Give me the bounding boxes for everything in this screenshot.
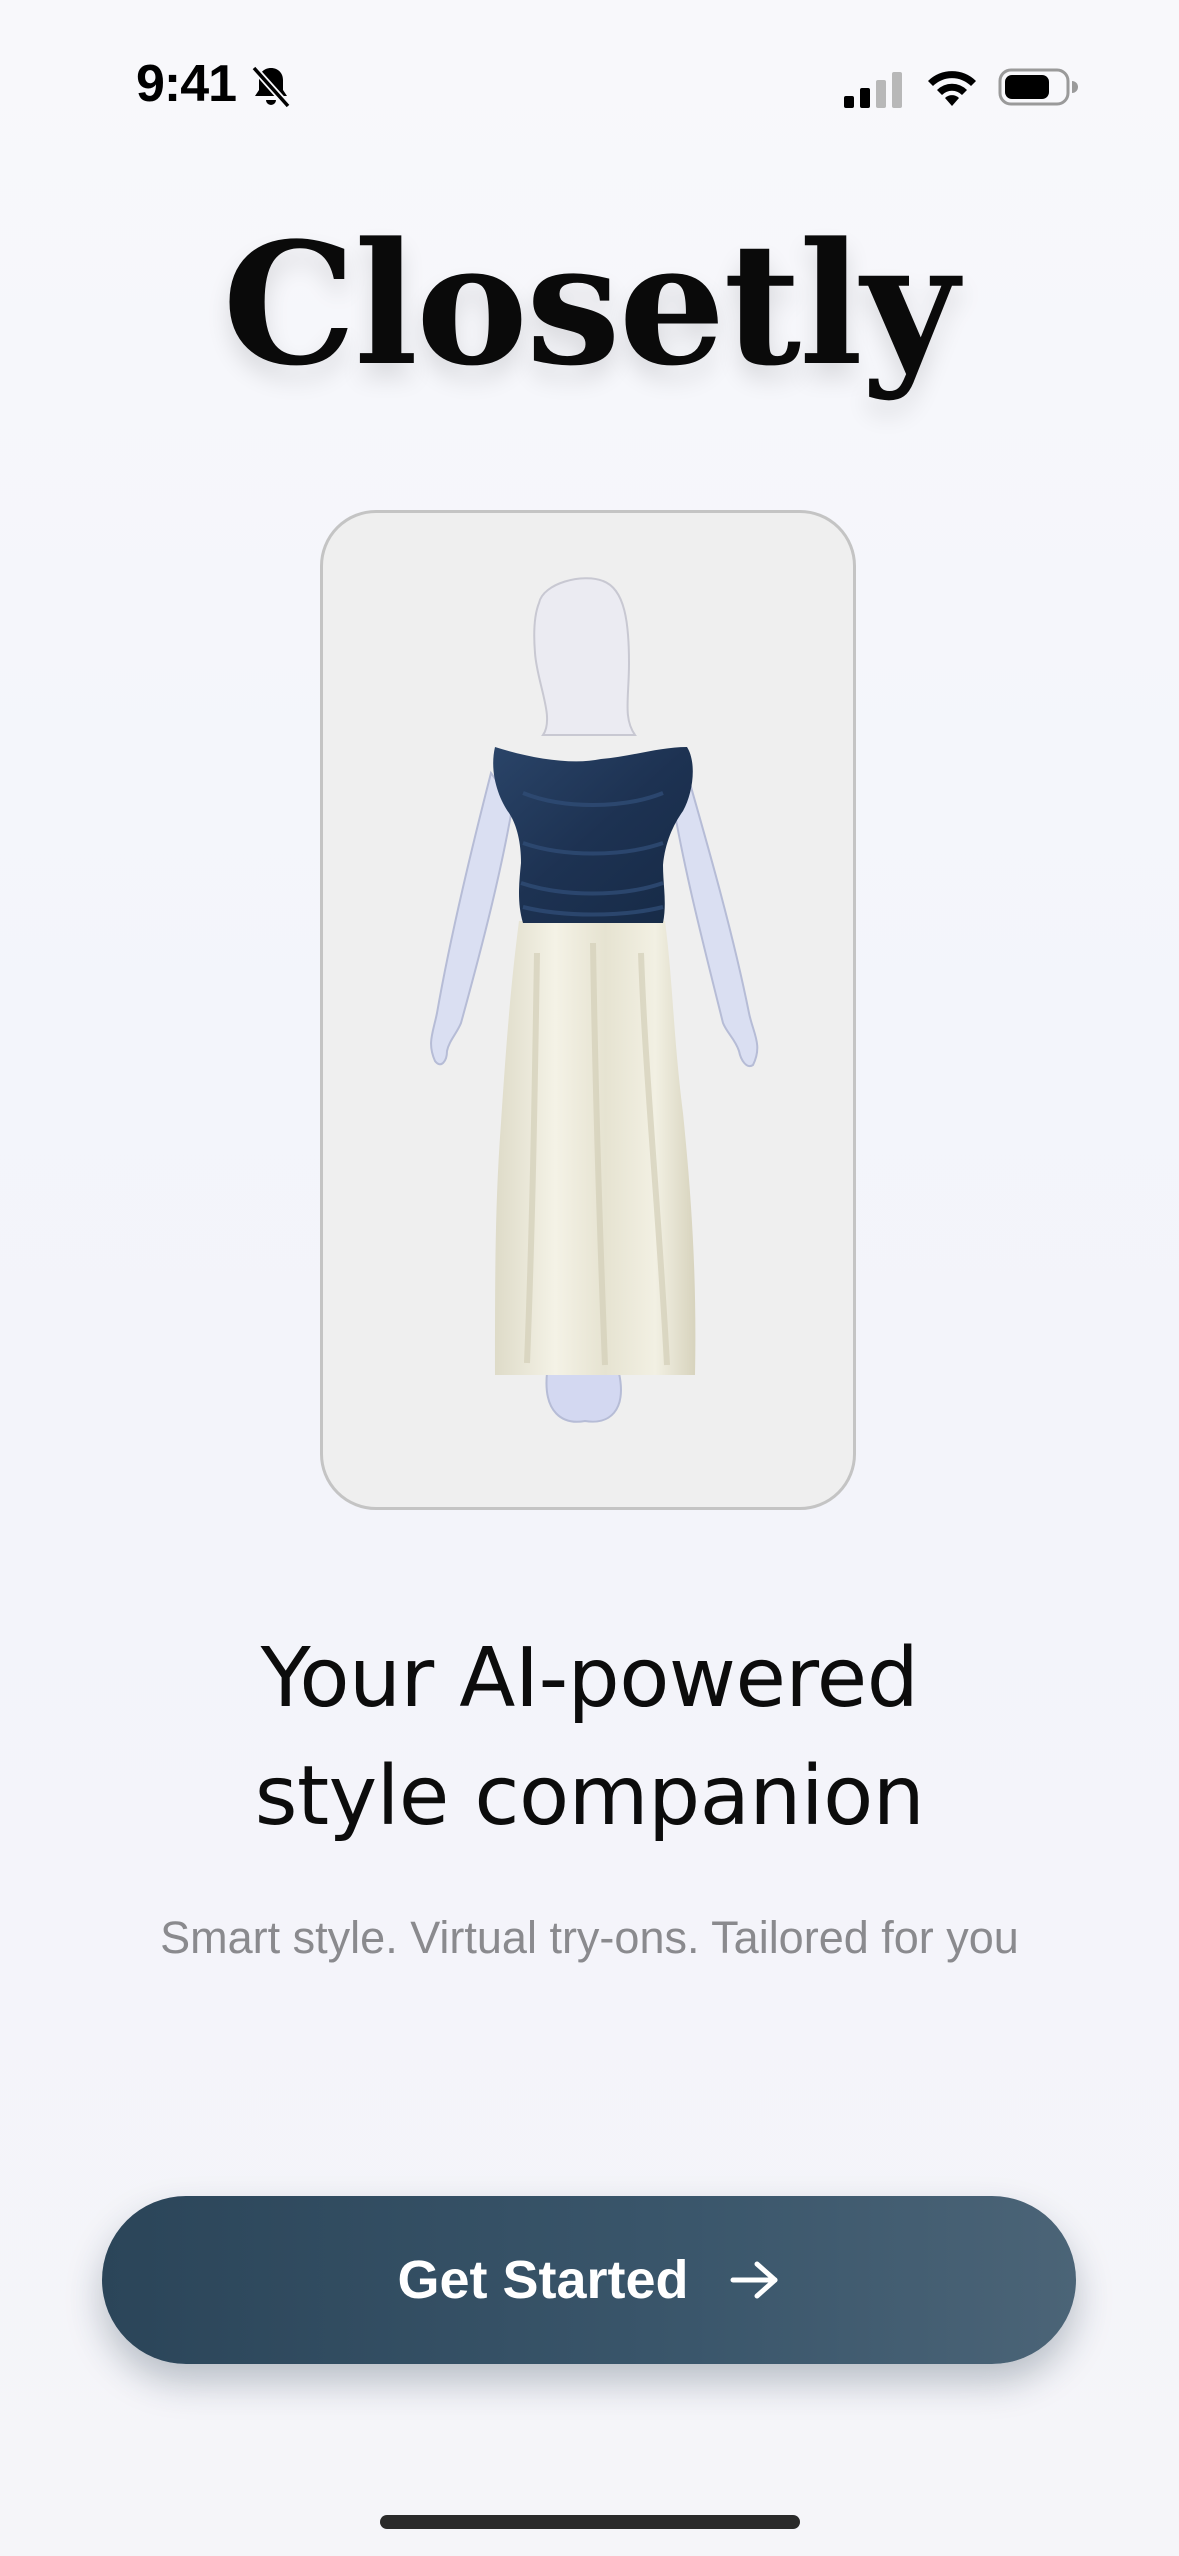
get-started-label: Get Started [397, 2250, 689, 2310]
battery-icon [998, 68, 1078, 106]
tagline: Smart style. Virtual try-ons. Tailored f… [160, 1912, 1019, 1963]
home-indicator[interactable] [380, 2515, 800, 2529]
headline-line-2: style companion [254, 1749, 925, 1844]
status-time: 9:41 [136, 55, 237, 113]
cellular-signal-icon [844, 72, 902, 108]
app-title: Closetly [222, 205, 958, 403]
headline: Your AI-powered style companion [0, 1620, 1179, 1856]
avatar-outfit-figure [430, 577, 759, 1423]
outfit-preview-card [320, 510, 856, 1510]
arrow-right-icon [730, 2261, 778, 2299]
wifi-icon [928, 71, 976, 106]
headline-line-1: Your AI-powered [260, 1631, 919, 1726]
get-started-button[interactable]: Get Started [102, 2196, 1076, 2364]
status-bar: 9:41 [0, 0, 1179, 170]
bell-slash-icon [251, 65, 291, 109]
